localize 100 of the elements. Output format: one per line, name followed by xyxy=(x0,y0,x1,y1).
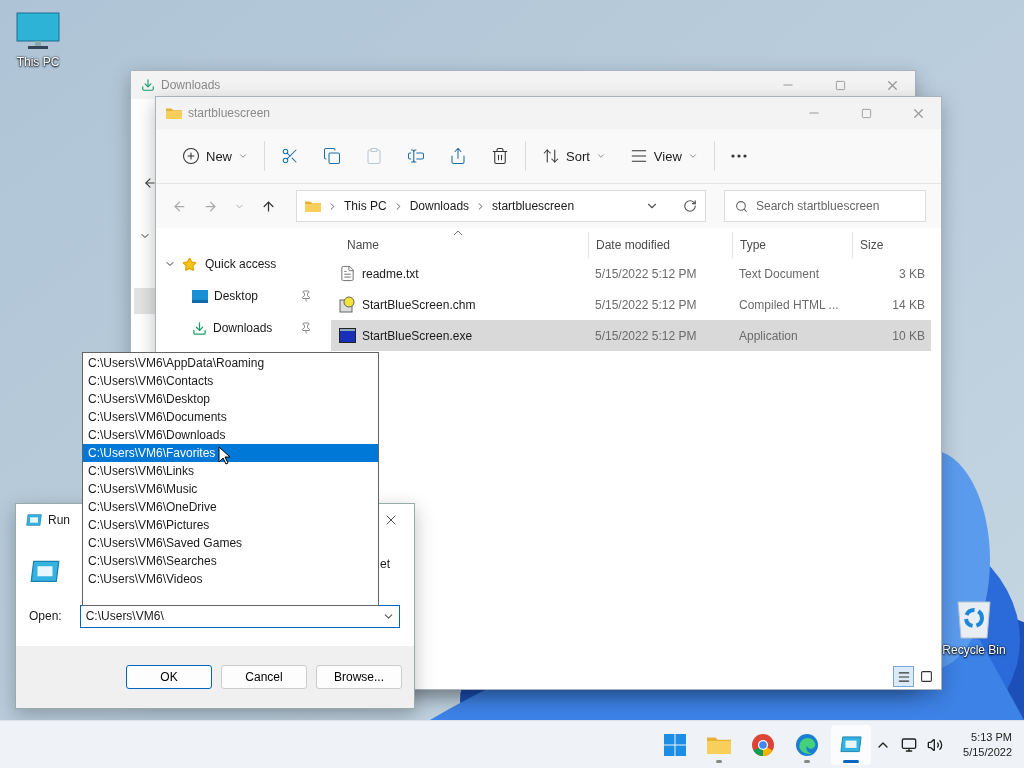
dialog-button[interactable]: Cancel xyxy=(221,665,307,689)
network-icon[interactable] xyxy=(901,736,918,753)
clock[interactable]: 5:13 PM 5/15/2022 xyxy=(963,731,1012,758)
column-header[interactable]: Date modified xyxy=(588,232,732,258)
help-file-icon xyxy=(339,296,356,313)
selected-item xyxy=(134,288,156,314)
breadcrumb[interactable]: This PC xyxy=(344,199,387,213)
trash-icon xyxy=(491,147,509,165)
icon-label: Recycle Bin xyxy=(942,643,1006,657)
sort-icon xyxy=(542,147,560,165)
maximize-icon[interactable] xyxy=(860,107,872,119)
column-header[interactable]: Name xyxy=(331,232,588,258)
dialog-button[interactable]: OK xyxy=(126,665,212,689)
suggestion-item[interactable]: C:\Users\VM6\Pictures xyxy=(83,516,378,534)
desktop-icon xyxy=(192,289,208,303)
suggestion-item[interactable]: C:\Users\VM6\Desktop xyxy=(83,390,378,408)
folder-icon xyxy=(707,734,732,755)
sort-button[interactable]: Sort xyxy=(532,141,616,171)
details-view-button[interactable] xyxy=(893,666,914,687)
suggestion-item[interactable]: C:\Users\VM6\AppData\Roaming xyxy=(83,354,378,372)
caret-icon xyxy=(687,151,698,161)
caret-icon xyxy=(595,151,606,161)
table-cell-text: 10 KB xyxy=(891,328,926,343)
file-name: readme.txt xyxy=(362,266,419,281)
table-cell-text: Text Document xyxy=(738,266,821,281)
suggestion-item[interactable]: C:\Users\VM6\Links xyxy=(83,462,378,480)
suggestion-item[interactable]: C:\Users\VM6\Documents xyxy=(83,408,378,426)
maximize-icon[interactable] xyxy=(834,79,846,91)
run-icon xyxy=(840,736,863,753)
column-header[interactable]: Size xyxy=(852,232,931,258)
suggestion-item[interactable]: C:\Users\VM6\Music xyxy=(83,480,378,498)
window-title: startbluescreen xyxy=(188,106,271,120)
search-field[interactable]: Search startbluescreen xyxy=(724,190,926,222)
taskbar-app[interactable] xyxy=(831,724,872,765)
windows-icon xyxy=(664,733,687,756)
star-icon xyxy=(182,256,197,272)
breadcrumb[interactable]: Downloads xyxy=(409,199,470,213)
table-cell-text: 5/15/2022 5:12 PM xyxy=(594,328,698,343)
open-field[interactable]: C:\Users\VM6\ xyxy=(79,604,400,628)
description-text: et xyxy=(380,557,390,573)
caret-icon xyxy=(238,151,248,161)
download-icon xyxy=(192,320,207,336)
monitor-icon xyxy=(16,12,60,52)
file-name: StartBlueScreen.exe xyxy=(362,328,473,343)
run-icon xyxy=(26,514,42,526)
folder-icon xyxy=(305,199,321,213)
nav-item[interactable]: Quick access xyxy=(156,248,326,280)
table-cell-text: 3 KB xyxy=(898,266,926,281)
back-icon[interactable] xyxy=(143,176,157,190)
recycle-bin-icon xyxy=(956,600,992,640)
list-icon xyxy=(629,147,648,165)
cursor-icon xyxy=(218,446,230,465)
run-icon xyxy=(30,560,60,583)
search-icon xyxy=(735,199,748,213)
breadcrumb[interactable]: startbluescreen xyxy=(492,199,575,213)
window-title: Downloads xyxy=(161,78,221,92)
suggestion-item[interactable]: C:\Users\VM6\Videos xyxy=(83,570,378,588)
table-cell-text: 14 KB xyxy=(891,297,926,312)
refresh-icon[interactable] xyxy=(683,199,697,213)
file-row[interactable]: readme.txt 5/15/2022 5:12 PM Text Document 3 KB xyxy=(331,258,931,289)
square-icon xyxy=(920,670,933,683)
nav-item[interactable]: Downloads xyxy=(156,312,326,344)
table-cell-text: Application xyxy=(738,328,799,343)
folder-icon xyxy=(166,106,182,120)
nav-item[interactable]: Desktop xyxy=(156,280,326,312)
volume-icon[interactable] xyxy=(927,736,944,753)
list-icon xyxy=(896,669,911,684)
dialog-button[interactable]: Browse... xyxy=(316,665,402,689)
copy-icon xyxy=(323,147,341,165)
clipboard-icon xyxy=(365,147,383,165)
plus-circle-icon xyxy=(182,147,200,165)
document-icon xyxy=(339,265,356,282)
rename-icon xyxy=(407,147,425,165)
icon-label: This PC xyxy=(16,55,60,69)
download-icon xyxy=(141,78,155,92)
file-row[interactable]: StartBlueScreen.chm 5/15/2022 5:12 PM Compiled HTML ... 14 KB xyxy=(331,289,931,320)
back-icon xyxy=(172,198,187,214)
suggestion-item[interactable]: C:\Users\VM6\Searches xyxy=(83,552,378,570)
view-button[interactable]: View xyxy=(619,141,708,171)
new-button[interactable]: New xyxy=(172,141,258,171)
file-row[interactable]: StartBlueScreen.exe 5/15/2022 5:12 PM Application 10 KB xyxy=(331,320,931,351)
suggestion-item[interactable]: C:\Users\VM6\Contacts xyxy=(83,372,378,390)
table-cell-text: 5/15/2022 5:12 PM xyxy=(594,297,698,312)
share-icon xyxy=(449,147,467,165)
suggestion-item[interactable]: C:\Users\VM6\Downloads xyxy=(83,426,378,444)
table-cell-text: 5/15/2022 5:12 PM xyxy=(594,266,698,281)
file-name: StartBlueScreen.chm xyxy=(362,297,476,312)
suggestion-item[interactable]: C:\Users\VM6\Favorites xyxy=(83,444,378,462)
field-label: Open: xyxy=(29,609,62,623)
table-cell-text: Compiled HTML ... xyxy=(738,297,840,312)
column-header[interactable]: Type xyxy=(732,232,852,258)
edge-icon xyxy=(796,733,819,756)
address-bar[interactable]: This PC Downloads startbluescreen xyxy=(296,190,706,222)
scissors-icon xyxy=(281,147,299,165)
suggestion-item[interactable]: C:\Users\VM6\Saved Games xyxy=(83,534,378,552)
application-icon xyxy=(339,328,356,343)
more-icon xyxy=(730,154,747,158)
suggestion-item[interactable]: C:\Users\VM6\OneDrive xyxy=(83,498,378,516)
window-title: Run xyxy=(48,513,70,527)
chrome-icon xyxy=(752,733,775,756)
